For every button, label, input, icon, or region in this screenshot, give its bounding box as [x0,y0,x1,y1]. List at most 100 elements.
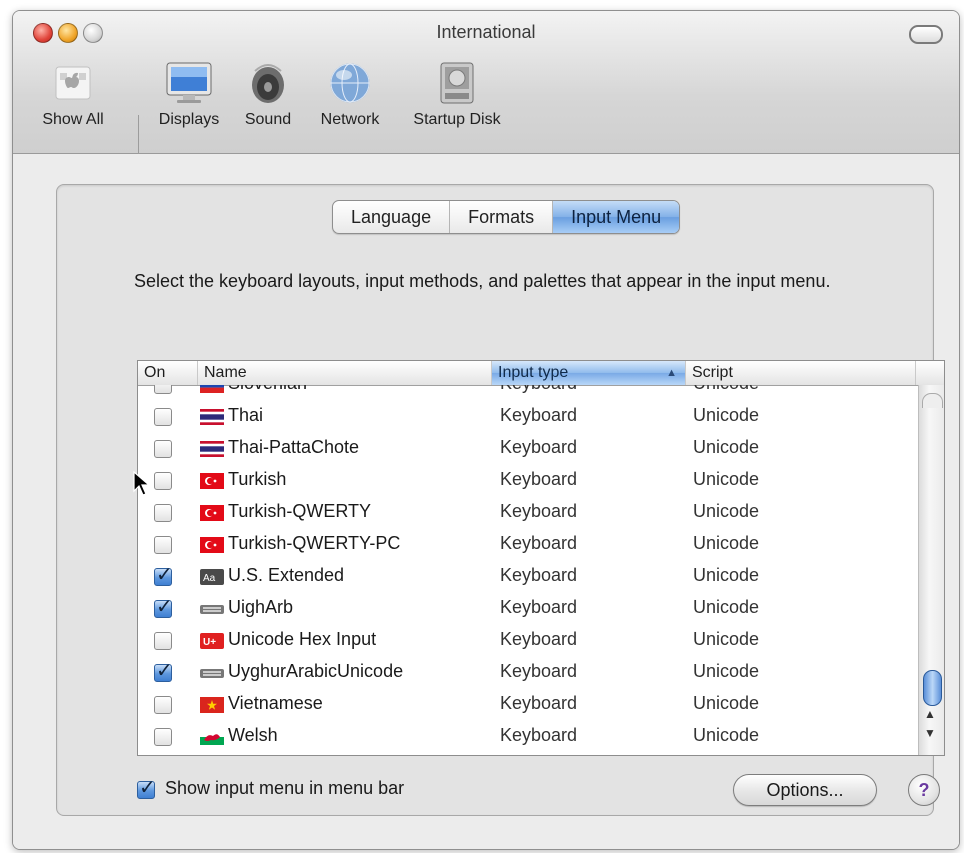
hard-disk-icon [440,62,474,104]
table-row[interactable]: ✓ UighArb Keyboard Unicode [138,593,918,625]
row-name: UighArb [228,597,294,617]
options-button[interactable]: Options... [733,774,877,806]
row-script: Unicode [693,725,760,745]
preferences-window: International Show All Displays Sound Ne… [12,10,960,850]
show-input-menu-label[interactable]: Show input menu in menu bar [165,778,404,799]
slovenia-flag-icon [200,385,224,393]
row-name: Turkish [228,469,287,489]
row-input-type: Keyboard [500,405,578,425]
row-checkbox[interactable] [154,728,172,746]
checkmark-icon: ✓ [156,596,173,618]
wales-flag-icon [200,729,224,745]
row-name: UyghurArabicUnicode [228,661,404,681]
table-row[interactable]: Welsh Keyboard Unicode [138,721,918,753]
row-input-type: Keyboard [500,437,578,457]
table-row[interactable]: Vietnamese Keyboard Unicode [138,689,918,721]
row-name: Welsh [228,725,278,745]
scroll-down-arrow-icon[interactable]: ▼ [924,726,936,740]
display-icon [166,62,212,103]
apple-grid-icon [55,66,91,100]
table-row[interactable]: U+ Unicode Hex Input Keyboard Unicode [138,625,918,657]
toolbar-sound[interactable]: Sound [237,61,299,129]
turkey-flag-icon [200,473,224,489]
table-row[interactable]: ✓ UyghurArabicUnicode Keyboard Unicode [138,657,918,689]
row-checkbox[interactable] [154,696,172,714]
turkey-flag-icon [200,505,224,521]
row-checkbox[interactable] [154,385,172,394]
toolbar-label-startup-disk: Startup Disk [413,111,501,128]
scroll-up-arrow-icon[interactable]: ▲ [924,707,936,721]
keyboard-icon [200,605,224,614]
toolbar-network[interactable]: Network [311,61,389,129]
column-header-input-type-label: Input type [498,364,569,381]
toolbar-show-all[interactable]: Show All [35,61,111,129]
row-name: Slovenian [228,385,307,394]
row-input-type: Keyboard [500,469,578,489]
table-row[interactable]: Thai-PattaChote Keyboard Unicode [138,433,918,465]
input-menu-description: Select the keyboard layouts, input metho… [134,271,831,291]
checkmark-icon: ✓ [139,777,156,799]
row-checkbox[interactable] [154,632,172,650]
row-input-type: Keyboard [500,693,578,713]
help-button[interactable]: ? [908,774,940,806]
table-row[interactable]: Turkish-QWERTY Keyboard Unicode [138,497,918,529]
input-menu-panel: Language Formats Input Menu Select the k… [56,184,945,816]
row-checkbox[interactable] [154,536,172,554]
vietnam-flag-icon [200,697,224,713]
toolbar-label-network: Network [320,111,380,128]
row-checkbox[interactable] [154,472,172,490]
tab-formats[interactable]: Formats [450,201,554,233]
input-sources-table: On Name Input type ▲ Script Thai Keyboar… [137,360,945,756]
row-name: Turkish-QWERTY-PC [228,533,401,553]
row-script: Unicode [693,693,760,713]
mouse-pointer-icon [133,471,151,496]
toolbar-label-sound: Sound [244,111,292,128]
speaker-icon [252,64,284,103]
toolbar-label-displays: Displays [158,111,220,128]
table-scrollbar[interactable]: ▲ ▼ [918,385,944,755]
keyboard-icon [200,669,224,678]
row-checkbox[interactable]: ✓ [154,596,173,618]
scroll-track-cap [922,393,943,408]
row-script: Unicode [693,469,760,489]
table-row[interactable]: Slovenian Keyboard Unicode [138,385,918,401]
row-checkbox[interactable] [154,504,172,522]
content-area: Language Formats Input Menu Select the k… [13,154,959,849]
table-row[interactable]: Turkish-QWERTY-PC Keyboard Unicode [138,529,918,561]
toolbar-displays[interactable]: Displays [151,61,227,129]
row-checkbox[interactable] [154,440,172,458]
table-row[interactable]: Thai Keyboard Unicode [138,401,918,433]
table-row[interactable]: ✓ Aa U.S. Extended Keyboard Unicode [138,561,918,593]
thailand-flag-icon [200,441,224,457]
row-script: Unicode [693,597,760,617]
tab-input-menu[interactable]: Input Menu [553,201,680,233]
row-input-type: Keyboard [500,533,578,553]
turkey-flag-icon [200,537,224,553]
checkmark-icon: ✓ [156,564,173,586]
row-script: Unicode [693,437,760,457]
row-checkbox[interactable]: ✓ [154,564,173,586]
row-checkbox[interactable] [154,408,172,426]
row-name: Thai [228,405,264,425]
row-checkbox[interactable]: ✓ [154,660,173,682]
column-header-input-type[interactable]: Input type ▲ [492,361,686,385]
column-header-on[interactable]: On [138,361,198,385]
column-header-script[interactable]: Script [686,361,916,385]
toolbar: Show All Displays Sound Network Startup … [13,61,959,195]
row-input-type: Keyboard [500,629,578,649]
show-input-menu-checkbox[interactable]: ✓ [137,777,156,799]
toolbar-toggle-button[interactable] [909,25,943,44]
table-body: Slovenian Keyboard Unicode Thai Keyboard… [138,385,918,755]
sort-ascending-icon: ▲ [666,367,677,379]
table-row[interactable]: Turkish Keyboard Unicode [138,465,918,497]
toolbar-startup-disk[interactable]: Startup Disk [401,61,513,129]
tab-language[interactable]: Language [333,201,451,233]
tab-bar: Language Formats Input Menu [332,200,681,234]
row-input-type: Keyboard [500,501,578,521]
scroll-thumb[interactable] [923,670,942,706]
column-header-name[interactable]: Name [198,361,492,385]
row-input-type: Keyboard [500,725,578,745]
row-script: Unicode [693,565,760,585]
row-input-type: Keyboard [500,385,577,394]
thailand-flag-icon [200,409,224,425]
